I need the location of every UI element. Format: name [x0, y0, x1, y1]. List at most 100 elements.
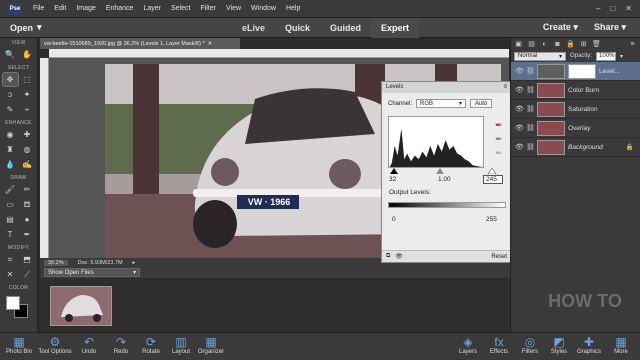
channel-select[interactable]: RGB ▾: [416, 99, 467, 108]
menu-edit[interactable]: Edit: [49, 5, 71, 12]
tab-expert[interactable]: Expert: [371, 17, 420, 38]
menu-enhance[interactable]: Enhance: [101, 5, 139, 12]
output-black-value[interactable]: 0: [392, 216, 396, 223]
eyedropper-icon[interactable]: ✒: [20, 228, 35, 241]
menu-view[interactable]: View: [221, 5, 246, 12]
minimize-button[interactable]: –: [596, 4, 600, 13]
layout-button[interactable]: ▥ Layout: [164, 335, 198, 355]
blur-icon[interactable]: 💧: [3, 158, 18, 171]
input-sliders[interactable]: [390, 168, 500, 174]
clip-to-layer-icon[interactable]: ⧉: [386, 253, 390, 260]
more-button[interactable]: ▦ More: [604, 335, 638, 355]
redo-button[interactable]: ↷ Redo: [104, 335, 138, 355]
reset-button[interactable]: Reset: [491, 254, 507, 260]
open-button[interactable]: Open ▾: [10, 22, 42, 33]
input-white-field[interactable]: 245: [483, 175, 503, 184]
layer-row-levels[interactable]: 👁 ⛓ Level...: [511, 62, 640, 81]
shape-icon[interactable]: ●: [20, 213, 35, 226]
layer-row-saturation[interactable]: 👁 ⛓ Saturation: [511, 100, 640, 119]
opacity-field[interactable]: 100%: [596, 51, 617, 61]
zoom-level[interactable]: 36.2%: [44, 259, 68, 266]
layers-button[interactable]: ◈ Layers: [451, 335, 485, 355]
close-button[interactable]: ✕: [625, 4, 632, 13]
spot-heal-icon[interactable]: ✚: [20, 128, 35, 141]
white-point-eyedropper-icon[interactable]: ✒: [495, 148, 505, 158]
layer-row-overlay[interactable]: 👁 ⛓ Overlay: [511, 119, 640, 138]
menu-layer[interactable]: Layer: [138, 5, 166, 12]
panel-menu-icon[interactable]: ≡: [628, 40, 637, 49]
blend-mode-select[interactable]: Normal ▾: [514, 51, 566, 61]
sponge-icon[interactable]: ◍: [20, 143, 35, 156]
share-button[interactable]: Share ▾: [594, 22, 626, 33]
adjustment-layer-icon[interactable]: ◐: [540, 40, 549, 49]
trash-icon[interactable]: 🗑: [592, 40, 601, 49]
undo-button[interactable]: ↶ Undo: [72, 335, 106, 355]
lock-all-icon[interactable]: ⊞: [579, 40, 588, 49]
panel-menu-icon[interactable]: ≡: [503, 84, 507, 91]
menu-file[interactable]: File: [28, 5, 49, 12]
eye-icon[interactable]: 👁: [515, 124, 524, 132]
content-move-icon[interactable]: ✕: [3, 268, 18, 281]
black-point-eyedropper-icon[interactable]: ✒: [495, 120, 505, 130]
organizer-button[interactable]: ▦ Organizer: [194, 335, 228, 355]
levels-title-bar[interactable]: Levels ≡: [382, 82, 511, 93]
gray-point-eyedropper-icon[interactable]: ✒: [495, 134, 505, 144]
document-tab[interactable]: vw-beetle-1510689_1920.jpg @ 36.2% (Leve…: [40, 38, 240, 49]
graphics-button[interactable]: ✚ Graphics: [572, 335, 606, 355]
show-files-select[interactable]: Show Open Files ▾: [44, 268, 140, 277]
new-group-icon[interactable]: ▤: [527, 40, 536, 49]
zoom-tool-icon[interactable]: 🔍: [3, 48, 18, 61]
menu-select[interactable]: Select: [166, 5, 195, 12]
output-white-value[interactable]: 255: [486, 216, 497, 223]
magic-wand-icon[interactable]: ✦: [20, 88, 35, 101]
menu-image[interactable]: Image: [71, 5, 100, 12]
dodge-icon[interactable]: ✍: [20, 158, 35, 171]
tab-elive[interactable]: eLive: [232, 18, 275, 38]
marquee-tool-icon[interactable]: ⬚: [20, 73, 35, 86]
styles-button[interactable]: ◩ Styles: [542, 335, 576, 355]
recompose-icon[interactable]: ⬒: [20, 253, 35, 266]
tool-options-button[interactable]: ⚙ Tool Options: [38, 335, 72, 355]
layer-mask-icon[interactable]: ◙: [553, 40, 562, 49]
new-layer-icon[interactable]: ▣: [514, 40, 523, 49]
foreground-color-swatch[interactable]: [5, 296, 20, 310]
create-button[interactable]: Create ▾: [543, 22, 578, 33]
auto-button[interactable]: Auto: [470, 99, 493, 108]
pencil-icon[interactable]: ✏: [20, 183, 35, 196]
red-eye-icon[interactable]: ◉: [3, 128, 18, 141]
rotate-button[interactable]: ⟳ Rotate: [134, 335, 168, 355]
layer-row-color-burn[interactable]: 👁 ⛓ Color Burn: [511, 81, 640, 100]
brush-icon[interactable]: 🖌: [3, 183, 18, 196]
photo-bin-button[interactable]: ▦ Photo Bin: [2, 335, 36, 355]
eye-icon[interactable]: 👁: [515, 67, 524, 75]
chevron-down-icon[interactable]: ▾: [620, 53, 623, 60]
straighten-icon[interactable]: ⟋: [20, 268, 35, 281]
tab-quick[interactable]: Quick: [275, 18, 320, 38]
eraser-icon[interactable]: ▭: [3, 198, 18, 211]
hand-tool-icon[interactable]: ✋: [20, 48, 35, 61]
eye-icon[interactable]: 👁: [515, 86, 524, 94]
clone-stamp-icon[interactable]: ♜: [3, 143, 18, 156]
visibility-icon[interactable]: 👁: [395, 253, 403, 260]
eye-icon[interactable]: 👁: [515, 143, 524, 151]
move-tool-icon[interactable]: ✥: [1, 72, 19, 87]
close-doc-icon[interactable]: ✕: [208, 41, 213, 47]
menu-filter[interactable]: Filter: [195, 5, 221, 12]
input-gray-value[interactable]: 1.00: [438, 176, 451, 183]
maximize-button[interactable]: □: [610, 4, 615, 13]
input-black-value[interactable]: 32: [389, 176, 396, 183]
tab-guided[interactable]: Guided: [320, 18, 371, 38]
lock-icon[interactable]: 🔒: [566, 40, 575, 49]
eye-icon[interactable]: 👁: [515, 105, 524, 113]
photo-bin-thumbnail[interactable]: [50, 286, 112, 326]
layer-mask-thumbnail[interactable]: [568, 63, 596, 79]
smart-brush-icon[interactable]: ⌁: [20, 103, 35, 116]
effects-button[interactable]: fx Effects: [482, 335, 516, 355]
gradient-icon[interactable]: ▤: [3, 213, 18, 226]
crop-icon[interactable]: ⌗: [3, 253, 18, 266]
paint-bucket-icon[interactable]: ⛾: [20, 198, 35, 211]
type-tool-icon[interactable]: T: [3, 228, 18, 241]
lasso-tool-icon[interactable]: ↄ: [3, 88, 18, 101]
layer-row-background[interactable]: 👁 ⛓ Background 🔒: [511, 138, 640, 157]
status-arrow-icon[interactable]: ▸: [133, 260, 136, 266]
